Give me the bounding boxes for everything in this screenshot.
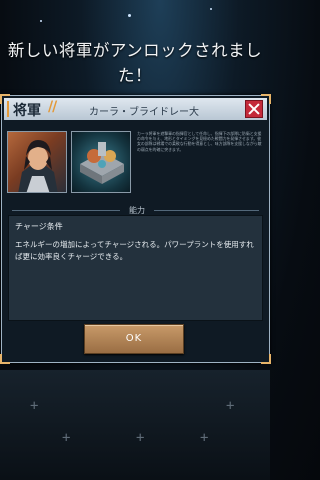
- background-cross: +: [226, 398, 235, 414]
- background-star: [210, 8, 212, 10]
- unlock-notification: 新しい将軍がアンロックされまし た！: [0, 38, 270, 88]
- unlock-notification-line1: 新しい将軍がアンロックされまし: [7, 41, 263, 60]
- ability-box: チャージ条件 エネルギーの増加によってチャージされる。パワープラントを使用すれば…: [8, 215, 263, 321]
- background-cross: +: [136, 430, 145, 446]
- background-cross: +: [200, 430, 209, 446]
- general-description: カーラ将軍を遊撃軍の指揮官として任命し、指揮下の部隊に防衛と支援の命令を与え、地…: [137, 131, 262, 152]
- panel-corner: [261, 354, 271, 364]
- background-star: [128, 14, 131, 17]
- unit-image: [71, 131, 131, 193]
- panel-corner: [0, 354, 10, 364]
- background-lower: [0, 370, 270, 480]
- general-portrait-art: [18, 140, 58, 192]
- background-cross: +: [62, 430, 71, 446]
- unlock-notification-line2: た！: [118, 66, 152, 85]
- panel-header-label: 将軍: [13, 103, 41, 119]
- close-icon[interactable]: [245, 100, 263, 118]
- ability-title: チャージ条件: [15, 222, 63, 231]
- panel-header: 将軍 // カーラ・ブライドレー大: [4, 98, 267, 120]
- general-name: カーラ・ブライドレー大: [89, 107, 199, 118]
- panel-header-slash: //: [48, 99, 57, 115]
- general-portrait: [7, 131, 67, 193]
- general-info-panel: 将軍 // カーラ・ブライドレー大 カーラ将軍を遊撃軍の指揮官として任命し、指揮…: [0, 94, 271, 364]
- background-star: [40, 20, 42, 22]
- unit-image-art: [80, 142, 124, 184]
- header-accent-bar: [7, 101, 9, 117]
- ok-button[interactable]: OK: [84, 324, 184, 354]
- background-cross: +: [30, 398, 39, 414]
- ability-description: エネルギーの増加によってチャージされる。パワープラントを使用すれば更に効率良くチ…: [15, 240, 254, 261]
